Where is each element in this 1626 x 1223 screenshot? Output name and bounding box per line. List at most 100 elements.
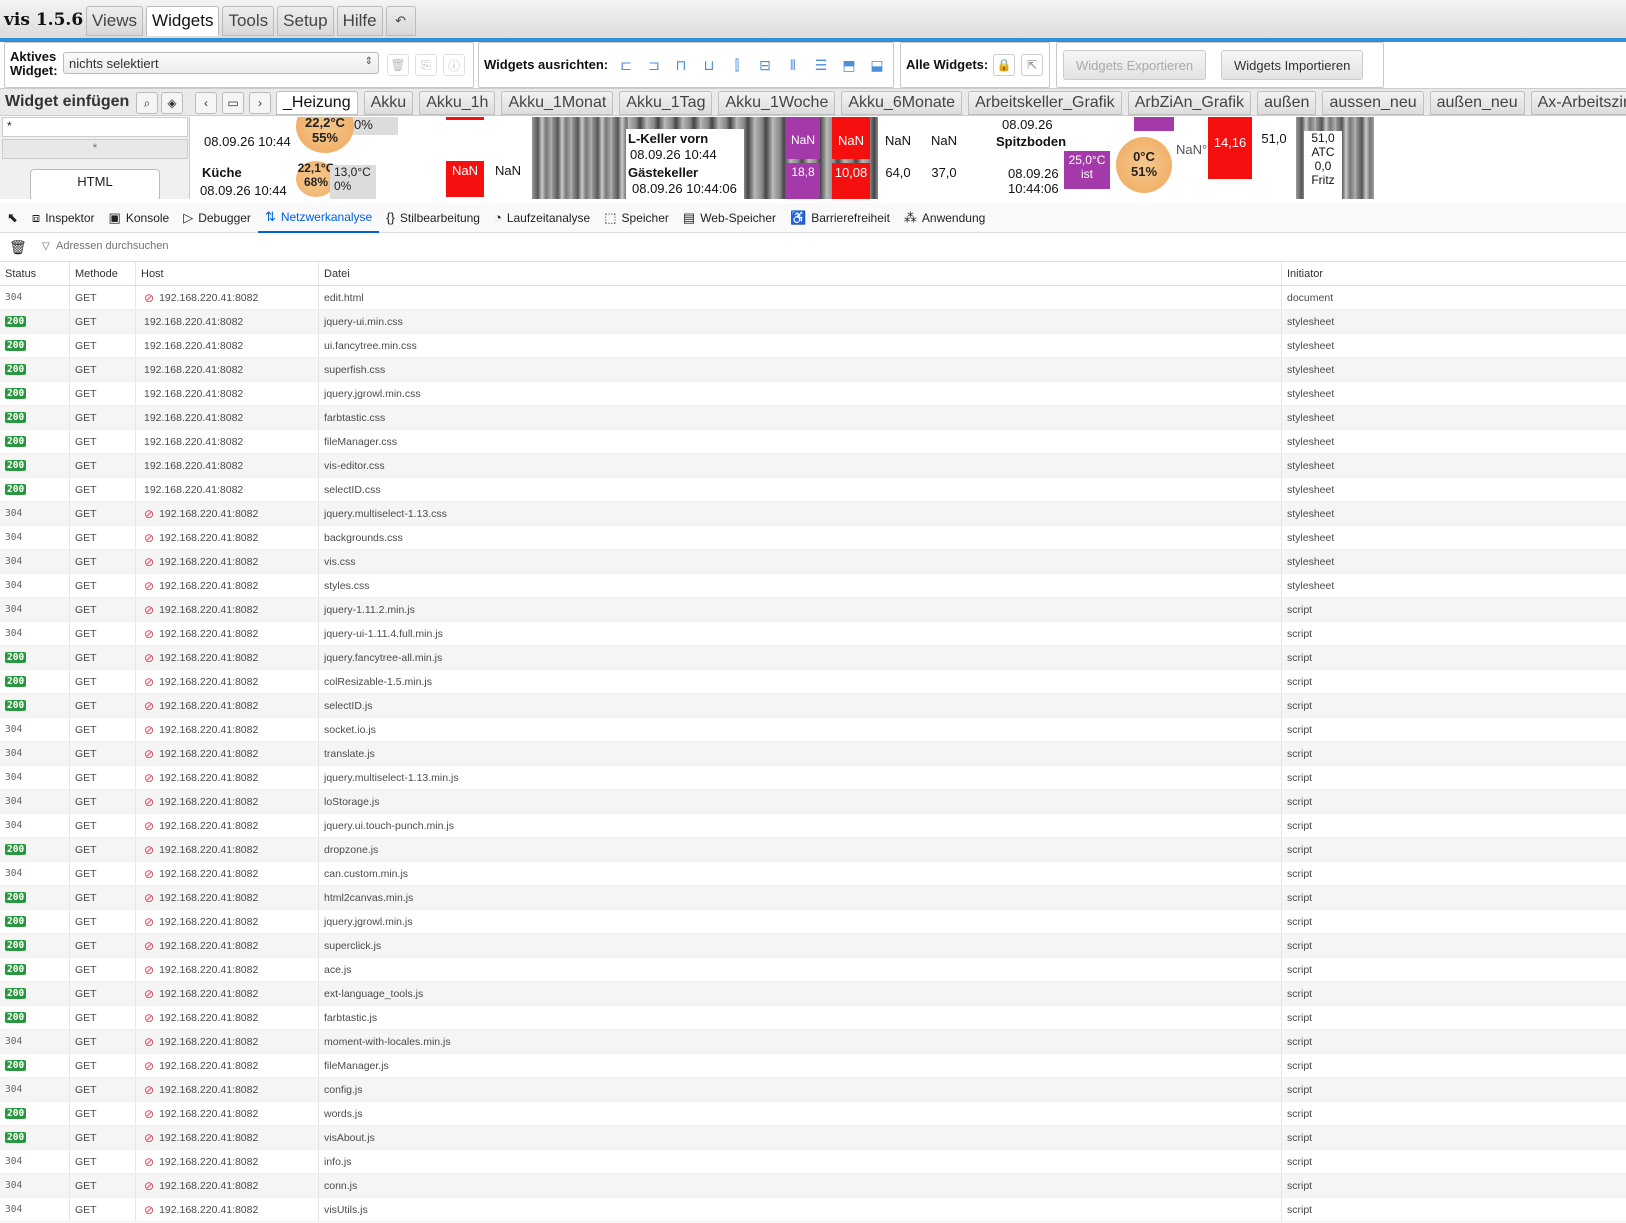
table-row[interactable]: 304 GET ⊘ 192.168.220.41:8082 jquery.multise… <box>0 502 1626 526</box>
table-row[interactable]: 200 GET ⊘ 192.168.220.41:8082 superclick.js s… <box>0 934 1626 958</box>
chevron-right-icon[interactable]: › <box>249 92 271 114</box>
devtools-tab-storage[interactable]: ▤ Web-Speicher <box>676 203 783 233</box>
devtools-tab-style-editor[interactable]: {} Stilbearbeitung <box>379 203 487 233</box>
column-header-file[interactable]: Datei <box>319 262 1282 285</box>
view-tab[interactable]: Ax-Arbeitszimm <box>1530 91 1626 115</box>
info-icon[interactable]: ⓘ <box>443 54 465 76</box>
view-tab[interactable]: Akku_1h <box>419 91 496 115</box>
table-row[interactable]: 200 GET 192.168.220.41:8082 superfish.css st… <box>0 358 1626 382</box>
view-tab[interactable]: außen_neu <box>1429 91 1525 115</box>
menu-tab-setup[interactable]: Setup <box>277 6 334 36</box>
align-center-horizontal-icon[interactable]: ⊟ <box>754 53 776 77</box>
table-row[interactable]: 304 GET ⊘ 192.168.220.41:8082 backgrounds.cs… <box>0 526 1626 550</box>
table-row[interactable]: 200 GET 192.168.220.41:8082 ui.fancytree.mi… <box>0 334 1626 358</box>
clipboard-icon[interactable]: ▭ <box>222 92 244 114</box>
same-width-icon[interactable]: ⬒ <box>838 53 860 77</box>
table-row[interactable]: 304 GET ⊘ 192.168.220.41:8082 visUtils.js scr… <box>0 1198 1626 1222</box>
table-row[interactable]: 200 GET ⊘ 192.168.220.41:8082 ace.js script <box>0 958 1626 982</box>
view-tab[interactable]: aussen_neu <box>1322 91 1424 115</box>
lock-icon[interactable]: 🔒 <box>993 54 1015 76</box>
active-widget-select[interactable]: nichts selektiert ⇕ <box>63 52 379 74</box>
delete-icon[interactable]: 🗑 <box>387 54 409 76</box>
table-row[interactable]: 304 GET ⊘ 192.168.220.41:8082 conn.js script <box>0 1174 1626 1198</box>
devtools-tab-memory[interactable]: ⬚ Speicher <box>597 203 676 233</box>
table-row[interactable]: 200 GET 192.168.220.41:8082 jquery-ui.min.c… <box>0 310 1626 334</box>
table-row[interactable]: 304 GET ⊘ 192.168.220.41:8082 edit.html docum… <box>0 286 1626 310</box>
undo-button[interactable]: ↶ <box>385 6 416 36</box>
view-tab[interactable]: Akku_1Woche <box>718 91 836 115</box>
view-tab[interactable]: Arbeitskeller_Grafik <box>968 91 1122 115</box>
view-tab[interactable]: Akku_1Monat <box>501 91 614 115</box>
table-row[interactable]: 304 GET ⊘ 192.168.220.41:8082 can.custom.min… <box>0 862 1626 886</box>
view-tab[interactable]: Akku <box>363 91 414 115</box>
table-row[interactable]: 200 GET ⊘ 192.168.220.41:8082 fileManager.js… <box>0 1054 1626 1078</box>
html-widget-template[interactable]: HTML <box>30 169 160 199</box>
view-tab[interactable]: ArbZiAn_Grafik <box>1127 91 1252 115</box>
table-row[interactable]: 200 GET 192.168.220.41:8082 vis-editor.css s… <box>0 454 1626 478</box>
copy-icon[interactable]: ⎘ <box>415 54 437 76</box>
palette-filter-input[interactable]: * <box>2 117 188 137</box>
table-row[interactable]: 304 GET ⊘ 192.168.220.41:8082 vis.css stylesh… <box>0 550 1626 574</box>
table-row[interactable]: 200 GET 192.168.220.41:8082 fileManager.css… <box>0 430 1626 454</box>
menu-tab-help[interactable]: Hilfe <box>336 6 383 36</box>
chevron-left-icon[interactable]: ‹ <box>195 92 217 114</box>
search-icon[interactable]: ⌕ <box>136 92 158 114</box>
table-row[interactable]: 200 GET 192.168.220.41:8082 jquery.jgrowl.m… <box>0 382 1626 406</box>
element-picker-button[interactable]: ⬉ <box>0 203 25 233</box>
import-widgets-button[interactable]: Widgets Importieren <box>1221 50 1364 80</box>
export-widgets-button[interactable]: Widgets Exportieren <box>1063 50 1207 80</box>
table-row[interactable]: 200 GET ⊘ 192.168.220.41:8082 ext-language_t… <box>0 982 1626 1006</box>
align-top-icon[interactable]: ⊓ <box>670 53 692 77</box>
tag-icon[interactable]: ◈ <box>161 92 183 114</box>
view-tab[interactable]: außen <box>1257 91 1317 115</box>
devtools-tab-debugger[interactable]: ▷ Debugger <box>176 203 258 233</box>
align-bottom-icon[interactable]: ⊔ <box>698 53 720 77</box>
distribute-vertical-icon[interactable]: ☰ <box>810 53 832 77</box>
url-filter-input[interactable]: Adressen durchsuchen <box>56 240 169 252</box>
devtools-tab-performance[interactable]: ◔ Laufzeitanalyse <box>487 203 597 233</box>
table-row[interactable]: 200 GET ⊘ 192.168.220.41:8082 jquery.jgrowl.… <box>0 910 1626 934</box>
view-tab[interactable]: Akku_6Monate <box>841 91 963 115</box>
table-row[interactable]: 304 GET ⊘ 192.168.220.41:8082 socket.io.js sc… <box>0 718 1626 742</box>
palette-set-select[interactable]: * <box>2 139 188 159</box>
menu-tab-widgets[interactable]: Widgets <box>146 6 220 36</box>
devtools-tab-network[interactable]: ⇅ Netzwerkanalyse <box>257 203 380 233</box>
table-row[interactable]: 304 GET ⊘ 192.168.220.41:8082 jquery.ui.touc… <box>0 814 1626 838</box>
devtools-tab-inspector[interactable]: ⧈ Inspektor <box>25 203 102 233</box>
view-tab[interactable]: _Heizung <box>276 91 358 115</box>
table-row[interactable]: 200 GET ⊘ 192.168.220.41:8082 selectID.js scr… <box>0 694 1626 718</box>
table-row[interactable]: 200 GET ⊘ 192.168.220.41:8082 visAbout.js scr… <box>0 1126 1626 1150</box>
menu-tab-views[interactable]: Views <box>86 6 144 36</box>
menu-tab-tools[interactable]: Tools <box>222 6 275 36</box>
table-row[interactable]: 304 GET ⊘ 192.168.220.41:8082 styles.css styl… <box>0 574 1626 598</box>
table-row[interactable]: 304 GET ⊘ 192.168.220.41:8082 moment-with-lo… <box>0 1030 1626 1054</box>
devtools-tab-application[interactable]: ⁂ Anwendung <box>897 203 992 233</box>
table-row[interactable]: 304 GET ⊘ 192.168.220.41:8082 jquery.multise… <box>0 766 1626 790</box>
column-header-initiator[interactable]: Initiator <box>1282 262 1626 285</box>
table-row[interactable]: 200 GET ⊘ 192.168.220.41:8082 dropzone.js scr… <box>0 838 1626 862</box>
table-row[interactable]: 304 GET ⊘ 192.168.220.41:8082 jquery-1.11.2.… <box>0 598 1626 622</box>
table-row[interactable]: 200 GET ⊘ 192.168.220.41:8082 words.js script <box>0 1102 1626 1126</box>
table-row[interactable]: 200 GET 192.168.220.41:8082 farbtastic.css s… <box>0 406 1626 430</box>
table-row[interactable]: 304 GET ⊘ 192.168.220.41:8082 jquery-ui-1.11… <box>0 622 1626 646</box>
devtools-tab-console[interactable]: ▣ Konsole <box>102 203 177 233</box>
column-header-host[interactable]: Host <box>136 262 319 285</box>
table-row[interactable]: 200 GET ⊘ 192.168.220.41:8082 colResizable-1… <box>0 670 1626 694</box>
table-row[interactable]: 200 GET 192.168.220.41:8082 selectID.css sty… <box>0 478 1626 502</box>
column-header-method[interactable]: Methode <box>70 262 136 285</box>
external-link-icon[interactable]: ⇱ <box>1021 54 1043 76</box>
devtools-tab-accessibility[interactable]: ♿ Barrierefreiheit <box>783 203 897 233</box>
table-row[interactable]: 304 GET ⊘ 192.168.220.41:8082 config.js scrip… <box>0 1078 1626 1102</box>
clear-log-icon[interactable]: 🗑 <box>9 239 27 256</box>
table-row[interactable]: 304 GET ⊘ 192.168.220.41:8082 translate.js sc… <box>0 742 1626 766</box>
table-row[interactable]: 200 GET ⊘ 192.168.220.41:8082 html2canvas.mi… <box>0 886 1626 910</box>
align-right-icon[interactable]: ⊐ <box>643 53 665 77</box>
view-tab[interactable]: Akku_1Tag <box>619 91 713 115</box>
table-row[interactable]: 304 GET ⊘ 192.168.220.41:8082 loStorage.js sc… <box>0 790 1626 814</box>
distribute-horizontal-icon[interactable]: ⫴ <box>782 53 804 77</box>
table-row[interactable]: 304 GET ⊘ 192.168.220.41:8082 info.js script <box>0 1150 1626 1174</box>
column-header-status[interactable]: Status <box>0 262 70 285</box>
same-height-icon[interactable]: ⬓ <box>866 53 888 77</box>
align-left-icon[interactable]: ⊏ <box>615 53 637 77</box>
table-row[interactable]: 200 GET ⊘ 192.168.220.41:8082 farbtastic.js s… <box>0 1006 1626 1030</box>
